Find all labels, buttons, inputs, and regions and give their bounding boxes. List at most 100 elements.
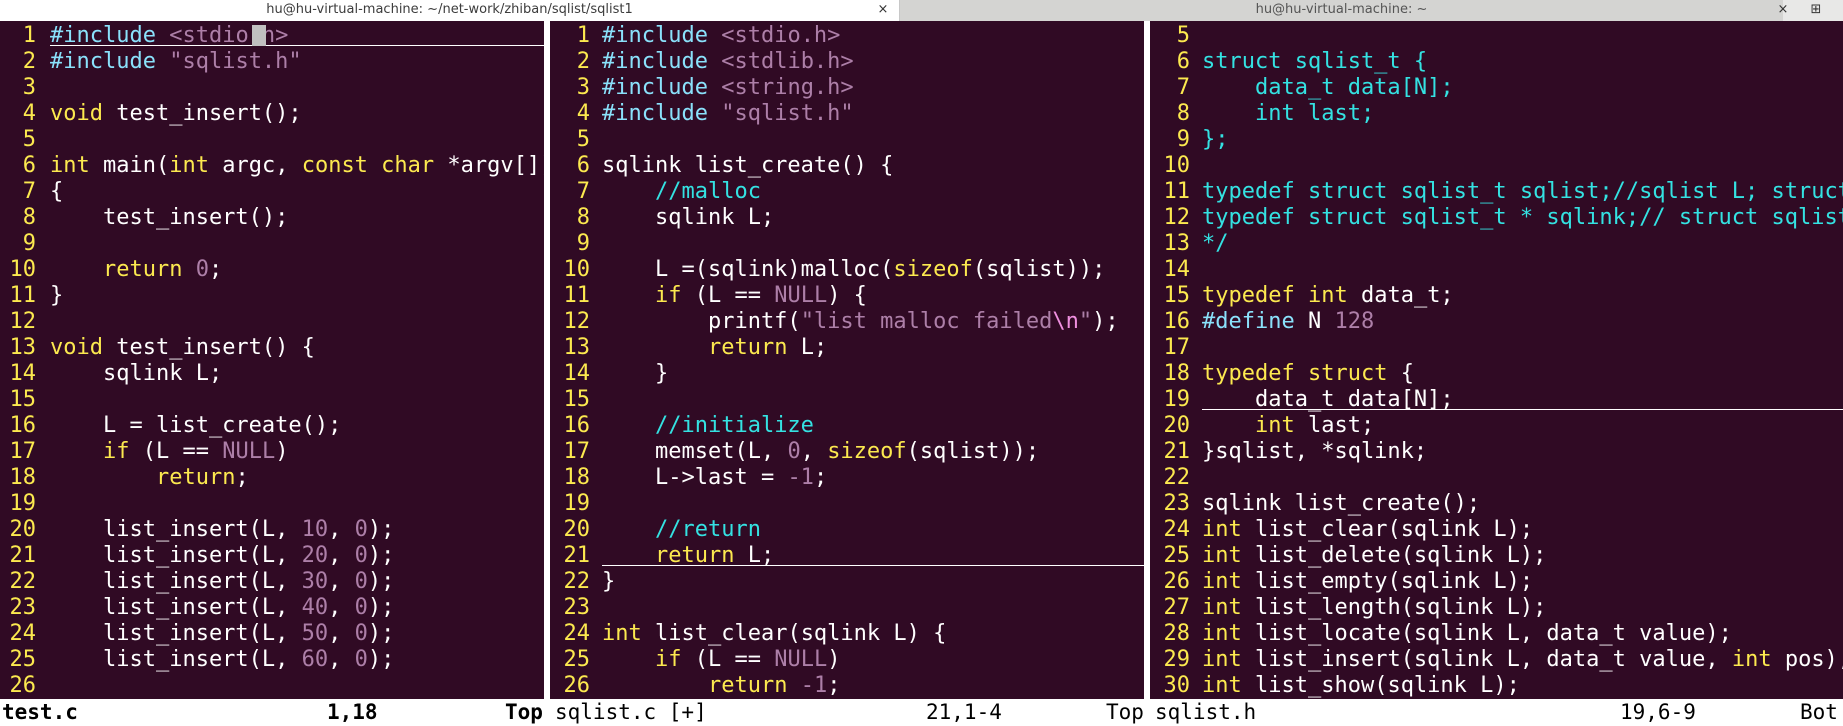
line-number: 13 (9, 335, 37, 360)
code-text: list_insert(L, 60, 0); (50, 647, 394, 673)
line-number: 3 (576, 75, 590, 100)
code-token: int (602, 621, 642, 646)
line-number: 10 (9, 257, 37, 282)
code-token: list_show(sqlink L); (1241, 673, 1520, 698)
line-number: 11 (1163, 179, 1191, 204)
code-line: 28 int list_locate(sqlink L, data_t value… (1150, 621, 1843, 647)
line-number: 7 (1176, 75, 1190, 100)
code-text: data_t data[N]; (1202, 75, 1454, 101)
code-token: "sqlist.h" (169, 49, 302, 74)
code-text: int last; (1202, 101, 1374, 127)
code-token: "sqlist.h" (721, 101, 854, 126)
line-number: 19 (9, 491, 37, 516)
line-number: 23 (563, 595, 591, 620)
code-text: int list_show(sqlink L); (1202, 673, 1520, 699)
code-text: printf("list malloc failed\n"); (602, 309, 1119, 335)
line-number: 15 (9, 387, 37, 412)
code-line: 15 typedef int data_t; (1150, 283, 1843, 309)
code-token: L = list_create(); (50, 413, 342, 438)
code-line: 22 list_insert(L, 30, 0); (0, 569, 544, 595)
code-text: sqlink list_create(); (1202, 491, 1480, 517)
code-token: ); (367, 517, 395, 542)
code-token: printf( (602, 309, 801, 334)
code-token: int (1731, 647, 1772, 672)
line-number: 16 (1163, 309, 1191, 334)
code-line: 13 */ (1150, 231, 1843, 257)
code-text: sqlink list_create() { (602, 153, 893, 179)
code-text: if (L == NULL) { (602, 283, 867, 309)
editor-pane-test-c[interactable]: 1 #include <stdio.h> 2 #include "sqlist.h" 3… (0, 23, 545, 699)
code-token: ); (367, 543, 395, 568)
terminal-tab-active[interactable]: hu@hu-virtual-machine: ~/net-work/zhiban… (0, 0, 900, 21)
code-text: if (L == NULL) (602, 647, 840, 673)
code-text: L =(sqlink)malloc(sizeof(sqlist)); (602, 257, 1105, 283)
line-number: 26 (9, 673, 37, 698)
code-token: sqlink L; (602, 205, 775, 230)
code-token: 0 (354, 621, 368, 646)
code-token: N (1294, 309, 1335, 334)
line-number: 23 (9, 595, 37, 620)
code-line: 17 if (L == NULL) (0, 439, 544, 465)
line-number: 18 (9, 465, 37, 490)
code-token: int (1254, 413, 1295, 438)
editor-pane-sqlist-h[interactable]: 5 6 struct sqlist_t {7 data_t data[N]; 8 in… (1150, 23, 1843, 699)
close-icon[interactable]: × (1773, 0, 1793, 21)
code-text: return 0; (50, 257, 222, 283)
code-line: 22 (1150, 465, 1843, 491)
code-text: typedef struct { (1202, 361, 1414, 387)
code-line: 8 int last; (1150, 101, 1843, 127)
code-text: struct sqlist_t { (1202, 49, 1427, 75)
code-token: 30 (301, 569, 329, 594)
editor-pane-sqlist-c[interactable]: 1 #include <stdio.h> 2 #include <stdlib.h> 3… (550, 23, 1144, 699)
code-text: #include <string.h> (602, 75, 854, 101)
code-line: 23 (550, 595, 1144, 621)
code-line: 16 L = list_create(); (0, 413, 544, 439)
code-text: void test_insert(); (50, 101, 302, 127)
code-token: 0 (354, 517, 368, 542)
code-token: ; (813, 465, 828, 490)
line-number: 4 (576, 101, 590, 126)
line-number: 15 (563, 387, 591, 412)
status-filename-sqlist-h: sqlist.h (1155, 700, 1257, 724)
code-line: 5 (550, 127, 1144, 153)
code-token: ); (367, 647, 395, 672)
code-line: 25 int list_delete(sqlink L); (1150, 543, 1843, 569)
line-number: 28 (1163, 621, 1191, 646)
code-token: ; (827, 673, 841, 698)
line-number: 5 (576, 127, 590, 152)
code-text: list_insert(L, 20, 0); (50, 543, 394, 569)
code-text: { (50, 179, 63, 205)
code-token: data_t data[N]; (1202, 75, 1454, 100)
code-token: #include (50, 49, 170, 74)
code-token: list_insert(L, (50, 621, 302, 646)
line-number: 22 (9, 569, 37, 594)
line-number: 6 (22, 153, 36, 178)
code-token: { (50, 179, 64, 204)
line-number: 7 (22, 179, 36, 204)
new-tab-icon[interactable]: ⊞ (1806, 0, 1826, 21)
status-scroll-sqlist-c: Top (1106, 700, 1144, 724)
terminal-tab-inactive[interactable]: hu@hu-virtual-machine: ~ (900, 0, 1783, 21)
code-line: 25 list_insert(L, 60, 0); (0, 647, 544, 673)
code-text: if (L == NULL) (50, 439, 288, 465)
code-text: typedef struct sqlist_t * sqlink;// stru… (1202, 205, 1843, 231)
line-number: 2 (22, 49, 36, 74)
close-icon[interactable]: × (873, 0, 893, 21)
code-text: return L; (602, 335, 827, 361)
code-token: return (707, 335, 788, 360)
code-token: sqlink list_create() { (602, 153, 894, 178)
code-line: 17 memset(L, 0, sizeof(sqlist)); (550, 439, 1144, 465)
code-token: ) (827, 647, 841, 672)
code-line: 7 //malloc (550, 179, 1144, 205)
line-number: 26 (563, 673, 591, 698)
code-line: 18 typedef struct { (1150, 361, 1843, 387)
line-number: 16 (563, 413, 591, 438)
code-token: int (1202, 595, 1242, 620)
code-token: void (50, 335, 103, 360)
vim-status-bar: test.c 1,18 Top sqlist.c [+] 21,1-4 Top … (0, 699, 1843, 726)
code-token: , (328, 621, 355, 646)
